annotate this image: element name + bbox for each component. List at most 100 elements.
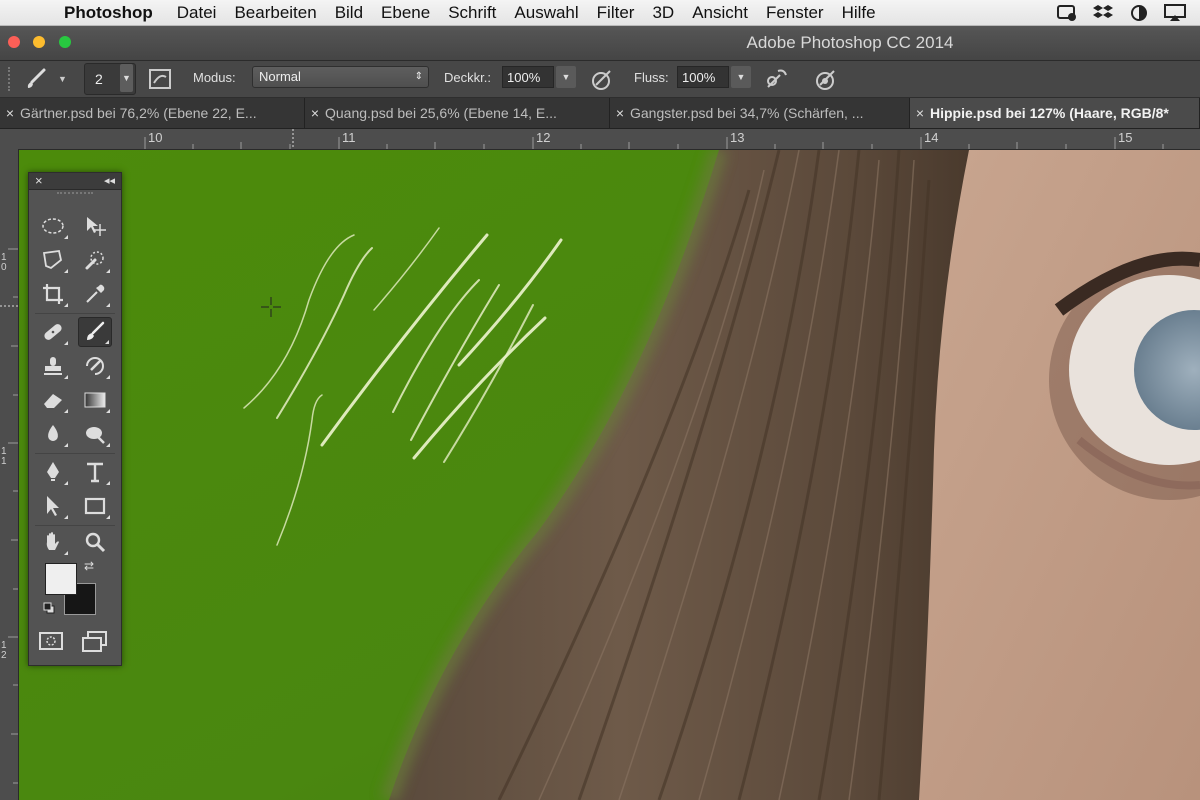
airplay-icon[interactable] (1164, 3, 1186, 22)
chevron-down-icon: ▼ (58, 74, 67, 84)
dropbox-icon[interactable] (1092, 4, 1114, 22)
menu-extras (1056, 0, 1200, 25)
tools-panel-grip[interactable] (57, 192, 93, 200)
app-icon[interactable] (1128, 4, 1150, 22)
document-canvas[interactable] (19, 150, 1200, 800)
photo-image (19, 150, 1200, 800)
menu-auswahl[interactable]: Auswahl (514, 3, 578, 23)
move-icon[interactable] (78, 211, 112, 241)
time-machine-icon[interactable] (1056, 4, 1078, 22)
tab-label: Gangster.psd bei 34,7% (Schärfen, ... (630, 105, 864, 121)
eyedropper-icon[interactable] (78, 279, 112, 309)
menu-bild[interactable]: Bild (335, 3, 363, 23)
ruler-number: 11 (342, 130, 356, 145)
vertical-ruler[interactable]: 1 0 1 1 1 2 (0, 149, 19, 800)
menu-bearbeiten[interactable]: Bearbeiten (234, 3, 316, 23)
pressure-size-icon[interactable] (814, 67, 840, 91)
path-selection-icon[interactable] (36, 491, 70, 521)
eraser-icon[interactable] (36, 385, 70, 415)
menu-bar: Photoshop Datei Bearbeiten Bild Ebene Sc… (0, 0, 1200, 26)
minimize-window-button[interactable] (33, 36, 45, 48)
tab-label: Gärtner.psd bei 76,2% (Ebene 22, E... (20, 105, 257, 121)
zoom-window-button[interactable] (59, 36, 71, 48)
menu-schrift[interactable]: Schrift (448, 3, 496, 23)
chevron-updown-icon: ⇕ (414, 71, 423, 82)
pen-icon[interactable] (36, 457, 70, 487)
mode-label: Modus: (193, 70, 236, 85)
healing-brush-icon[interactable] (36, 317, 70, 347)
menu-app-name[interactable]: Photoshop (64, 3, 153, 23)
menu-filter[interactable]: Filter (597, 3, 635, 23)
clone-stamp-icon[interactable] (36, 351, 70, 381)
rectangle-icon[interactable] (78, 491, 112, 521)
tools-panel-header[interactable]: × ◂◂ (29, 173, 121, 190)
menu-ebene[interactable]: Ebene (381, 3, 430, 23)
tool-preset-picker[interactable]: ▼ (24, 67, 72, 91)
ruler-number: 1 1 (1, 446, 7, 467)
history-brush-icon[interactable] (78, 351, 112, 381)
menu-ansicht[interactable]: Ansicht (692, 3, 748, 23)
menu-3d[interactable]: 3D (652, 3, 674, 23)
tab-gaertner[interactable]: × Gärtner.psd bei 76,2% (Ebene 22, E... (0, 98, 305, 128)
swap-colors-icon[interactable]: ⇄ (84, 559, 94, 573)
crop-icon[interactable] (36, 279, 70, 309)
options-bar-grip[interactable] (8, 67, 14, 91)
quick-mask-icon[interactable] (39, 631, 63, 651)
tools-panel: × ◂◂ ⇄ (28, 172, 122, 666)
ruler-ticks (144, 129, 1164, 149)
brush-icon[interactable] (78, 317, 112, 347)
brush-size-value: 2 (95, 71, 103, 87)
ruler-ticks (0, 248, 18, 784)
ruler-number: 15 (1118, 130, 1133, 145)
ruler-number: 1 2 (1, 640, 7, 661)
ruler-number: 12 (536, 130, 551, 145)
close-tab-icon[interactable]: × (0, 98, 20, 128)
tools-divider (35, 525, 115, 526)
type-icon[interactable] (78, 457, 112, 487)
pressure-opacity-icon[interactable] (590, 67, 616, 91)
default-colors-icon[interactable] (43, 601, 55, 614)
flow-input[interactable]: 100% (677, 66, 729, 88)
close-window-button[interactable] (8, 36, 20, 48)
foreground-color-swatch[interactable] (45, 563, 77, 595)
tab-gangster[interactable]: × Gangster.psd bei 34,7% (Schärfen, ... (610, 98, 910, 128)
ruler-number: 10 (148, 130, 163, 145)
ruler-number: 14 (924, 130, 939, 145)
menu-hilfe[interactable]: Hilfe (842, 3, 876, 23)
brush-preset-dropdown[interactable]: ▼ (120, 64, 133, 92)
opacity-input[interactable]: 100% (502, 66, 554, 88)
menu-datei[interactable]: Datei (177, 3, 217, 23)
collapse-icon[interactable]: ◂◂ (104, 173, 115, 189)
tab-hippie[interactable]: × Hippie.psd bei 127% (Haare, RGB/8* (910, 98, 1200, 128)
flow-label: Fluss: (634, 70, 669, 85)
close-icon[interactable]: × (35, 173, 43, 189)
window-title: Adobe Photoshop CC 2014 (746, 33, 954, 52)
quick-selection-icon[interactable] (78, 245, 112, 275)
horizontal-ruler[interactable]: 10 11 12 13 14 15 (0, 129, 1200, 150)
flow-dropdown[interactable]: ▼ (731, 66, 751, 88)
document-tab-bar: × Gärtner.psd bei 76,2% (Ebene 22, E... ×… (0, 98, 1200, 129)
tab-quang[interactable]: × Quang.psd bei 25,6% (Ebene 14, E... (305, 98, 610, 128)
blur-icon[interactable] (36, 419, 70, 449)
airbrush-icon[interactable] (764, 67, 790, 91)
close-tab-icon[interactable]: × (305, 98, 325, 128)
close-tab-icon[interactable]: × (610, 98, 630, 128)
tools-divider (35, 313, 115, 314)
opacity-dropdown[interactable]: ▼ (556, 66, 576, 88)
dodge-icon[interactable] (78, 419, 112, 449)
blend-mode-select[interactable]: Normal ⇕ (252, 66, 429, 88)
close-tab-icon[interactable]: × (910, 98, 930, 128)
blend-mode-value: Normal (259, 69, 301, 84)
ruler-number: 1 0 (1, 252, 7, 273)
gradient-icon[interactable] (78, 385, 112, 415)
lasso-icon[interactable] (36, 245, 70, 275)
window-title-bar: Adobe Photoshop CC 2014 (0, 26, 1200, 61)
menu-fenster[interactable]: Fenster (766, 3, 824, 23)
zoom-icon[interactable] (78, 527, 112, 557)
screen-mode-icon[interactable] (81, 631, 109, 653)
brush-icon (27, 68, 46, 88)
brush-panel-icon[interactable] (148, 67, 172, 91)
marquee-icon[interactable] (36, 211, 70, 241)
hand-icon[interactable] (36, 527, 70, 557)
tab-label: Hippie.psd bei 127% (Haare, RGB/8* (930, 105, 1169, 121)
